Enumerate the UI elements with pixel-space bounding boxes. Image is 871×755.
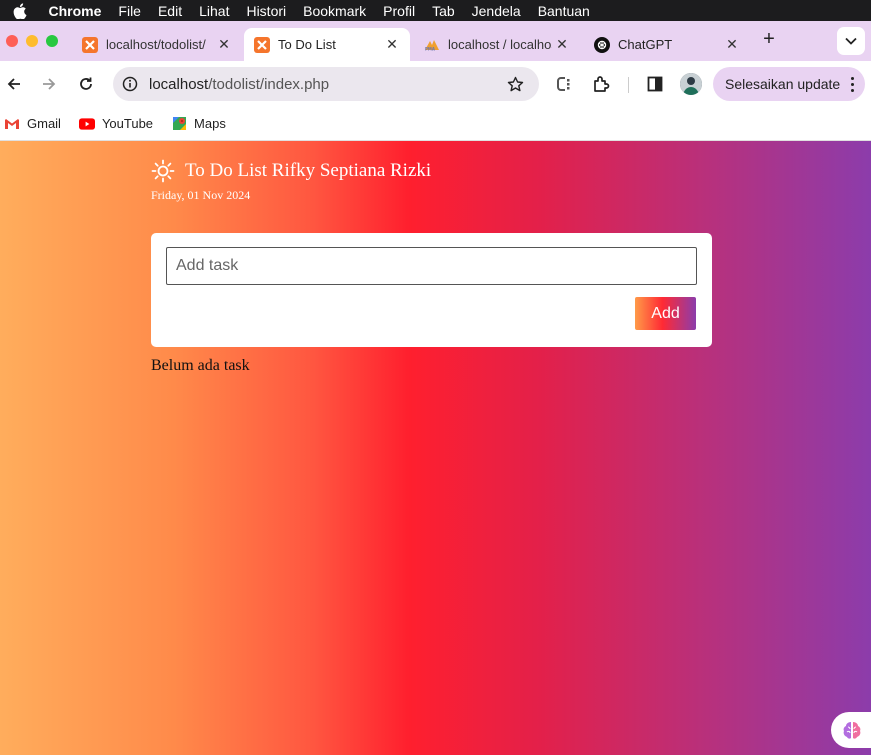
- menu-view[interactable]: Lihat: [191, 3, 238, 19]
- floating-extension-button[interactable]: [831, 712, 871, 748]
- tab-to-do-list[interactable]: To Do List ✕: [244, 28, 410, 61]
- apple-icon[interactable]: [0, 2, 40, 19]
- site-info-icon[interactable]: [120, 74, 140, 94]
- bookmarks-bar: Gmail YouTube Maps: [0, 107, 871, 141]
- tab-close-icon[interactable]: ✕: [214, 36, 234, 53]
- bookmark-gmail[interactable]: Gmail: [4, 116, 61, 131]
- xampp-icon: [82, 36, 98, 53]
- add-task-card: Add: [151, 233, 712, 347]
- more-menu-icon[interactable]: [851, 76, 855, 92]
- extensions-icon[interactable]: [591, 74, 611, 94]
- url-path: /todolist/index.php: [208, 75, 330, 93]
- phpmyadmin-icon: PMA: [424, 37, 440, 53]
- current-date: Friday, 01 Nov 2024: [151, 188, 251, 202]
- tab-todolist-root[interactable]: localhost/todolist/ ✕: [72, 28, 242, 61]
- bookmark-star-icon[interactable]: [505, 76, 525, 93]
- back-button[interactable]: [3, 73, 25, 95]
- page-title: To Do List Rifky Septiana Rizki: [185, 160, 432, 181]
- update-button[interactable]: Selesaikan update: [713, 67, 865, 101]
- toolbar-divider: [628, 77, 629, 93]
- svg-text:PMA: PMA: [425, 46, 436, 51]
- tab-label: localhost/todolist/: [106, 37, 206, 52]
- chatgpt-icon: [594, 36, 610, 53]
- tab-search-button[interactable]: [837, 27, 865, 55]
- update-label: Selesaikan update: [725, 76, 841, 92]
- bookmark-label: Gmail: [27, 116, 61, 131]
- close-window-button[interactable]: [6, 35, 18, 47]
- tab-close-icon[interactable]: ✕: [382, 36, 402, 53]
- side-panel-icon[interactable]: [645, 74, 665, 94]
- bookmark-maps[interactable]: Maps: [171, 116, 226, 131]
- menu-chrome[interactable]: Chrome: [40, 3, 110, 19]
- tab-label: To Do List: [278, 37, 336, 52]
- tab-close-icon[interactable]: ✕: [722, 36, 742, 53]
- url-text[interactable]: localhost/todolist/index.php: [149, 76, 505, 93]
- minimize-window-button[interactable]: [26, 35, 38, 47]
- tab-close-icon[interactable]: ✕: [552, 36, 572, 53]
- menu-bookmarks[interactable]: Bookmark: [295, 3, 375, 19]
- bookmark-label: Maps: [194, 116, 226, 131]
- sun-icon[interactable]: [151, 159, 175, 183]
- reload-button[interactable]: [75, 73, 97, 95]
- menu-profile[interactable]: Profil: [375, 3, 424, 19]
- zoom-window-button[interactable]: [46, 35, 58, 47]
- gmail-icon: [4, 117, 20, 131]
- bookmark-youtube[interactable]: YouTube: [78, 116, 154, 131]
- tab-label: localhost / localhost: [448, 37, 552, 52]
- menu-file[interactable]: File: [110, 3, 150, 19]
- page-content: To Do List Rifky Septiana Rizki Friday, …: [0, 141, 871, 755]
- menu-help[interactable]: Bantuan: [529, 3, 598, 19]
- new-tab-button[interactable]: +: [757, 28, 781, 52]
- arrow-right-icon: [43, 78, 56, 90]
- bookmark-label: YouTube: [101, 116, 154, 131]
- profile-avatar[interactable]: [680, 73, 702, 95]
- macos-menu-bar: Chrome File Edit Lihat Histori Bookmark …: [0, 0, 871, 21]
- chevron-down-icon: [845, 37, 857, 45]
- forward-button[interactable]: [38, 73, 60, 95]
- xampp-icon: [254, 36, 270, 53]
- menu-window[interactable]: Jendela: [463, 3, 529, 19]
- task-input[interactable]: [166, 247, 697, 285]
- tab-label: ChatGPT: [618, 37, 673, 52]
- tab-phpmyadmin[interactable]: PMA localhost / localhost ✕: [414, 28, 580, 61]
- app-header: To Do List Rifky Septiana Rizki: [151, 159, 431, 183]
- tab-chatgpt[interactable]: ChatGPT ✕: [584, 28, 750, 61]
- youtube-icon: [78, 117, 95, 131]
- cast-extension-icon[interactable]: [555, 74, 575, 94]
- maps-icon: [171, 117, 187, 131]
- menu-edit[interactable]: Edit: [149, 3, 190, 19]
- menu-tab[interactable]: Tab: [424, 3, 464, 19]
- url-host: localhost: [149, 75, 209, 93]
- empty-task-message: Belum ada task: [151, 357, 250, 374]
- browser-toolbar: localhost/todolist/index.php Selesaikan …: [0, 61, 871, 107]
- arrow-left-icon: [7, 78, 20, 90]
- tab-strip: localhost/todolist/ ✕ To Do List ✕ PMA l…: [0, 21, 871, 61]
- brain-icon: [843, 722, 861, 739]
- reload-icon: [80, 77, 92, 90]
- menu-history[interactable]: Histori: [238, 3, 295, 19]
- add-task-button[interactable]: Add: [635, 297, 696, 330]
- address-bar[interactable]: localhost/todolist/index.php: [113, 67, 539, 101]
